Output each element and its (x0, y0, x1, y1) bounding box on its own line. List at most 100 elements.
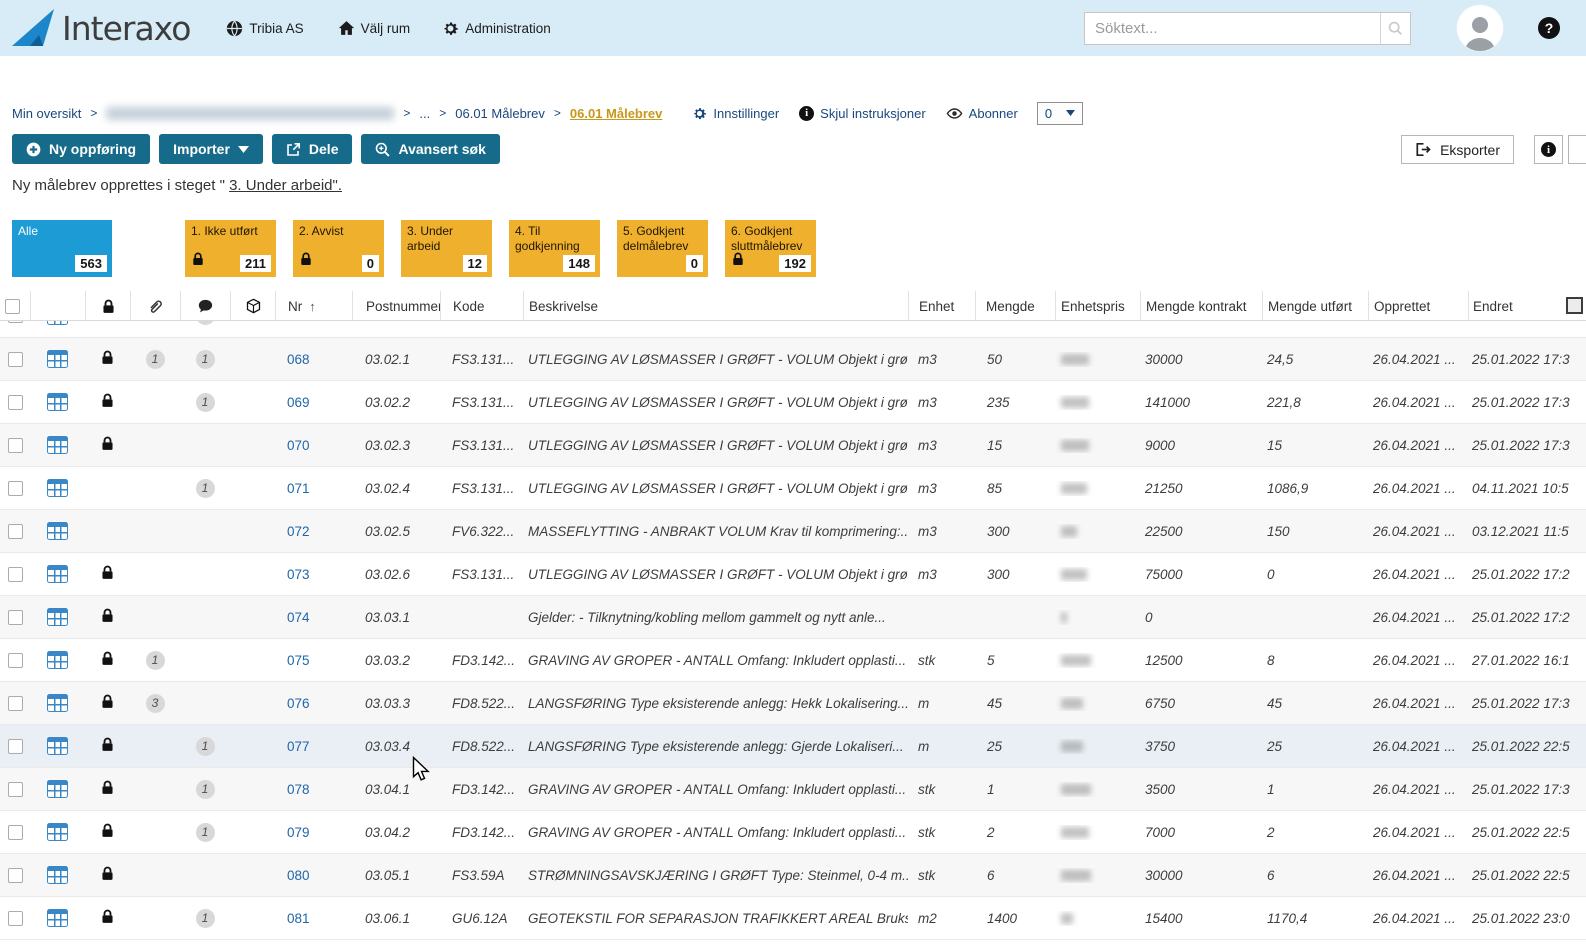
column-lock[interactable] (85, 291, 130, 321)
row-checkbox[interactable] (8, 739, 23, 754)
row-checkbox[interactable] (8, 911, 23, 926)
comments-badge[interactable]: 1 (196, 479, 215, 498)
subscribe-count-dropdown[interactable]: 0 (1037, 102, 1083, 125)
table-row-partial[interactable] (0, 321, 1586, 338)
table-view-icon[interactable] (47, 565, 68, 583)
row-nr-link[interactable]: 072 (287, 524, 310, 539)
attachments-badge[interactable]: 1 (146, 651, 165, 670)
row-checkbox[interactable] (8, 395, 23, 410)
row-checkbox[interactable] (8, 567, 23, 582)
attachments-badge[interactable]: 3 (146, 694, 165, 713)
nav-administration[interactable]: Administration (442, 20, 551, 37)
export-button[interactable]: Eksporter (1401, 135, 1514, 164)
row-nr-link[interactable]: 074 (287, 610, 310, 625)
column-comments[interactable] (180, 291, 230, 321)
row-checkbox[interactable] (8, 524, 23, 539)
comments-badge[interactable]: 1 (196, 780, 215, 799)
row-checkbox[interactable] (8, 481, 23, 496)
table-row[interactable]: 074 03.03.1 Gjelder: - Tilknytning/kobli… (0, 596, 1586, 639)
table-view-icon[interactable] (47, 350, 68, 368)
comments-badge[interactable]: 1 (196, 823, 215, 842)
table-row[interactable]: 1 078 03.04.1 FD3.142... GRAVING AV GROP… (0, 768, 1586, 811)
table-view-icon[interactable] (47, 823, 68, 841)
row-checkbox[interactable] (8, 610, 23, 625)
settings-action[interactable]: Innstillinger (692, 106, 779, 121)
table-view-icon[interactable] (47, 393, 68, 411)
column-enhet[interactable]: Enhet (908, 291, 975, 321)
comments-badge[interactable]: 1 (196, 909, 215, 928)
status-tile[interactable]: 1. Ikke utført 211 (185, 220, 276, 277)
row-nr-link[interactable]: 076 (287, 696, 310, 711)
new-entry-button[interactable]: Ny oppføring (12, 134, 150, 164)
table-row[interactable]: 072 03.02.5 FV6.322... MASSEFLYTTING - A… (0, 510, 1586, 553)
table-row[interactable]: 1 069 03.02.2 FS3.131... UTLEGGING AV LØ… (0, 381, 1586, 424)
nav-choose-room[interactable]: Välj rum (338, 20, 411, 36)
column-model[interactable] (230, 291, 275, 321)
more-button-clipped[interactable] (1568, 135, 1586, 164)
attachments-badge[interactable]: 1 (146, 350, 165, 369)
table-row[interactable]: 070 03.02.3 FS3.131... UTLEGGING AV LØSM… (0, 424, 1586, 467)
table-view-icon[interactable] (47, 651, 68, 669)
row-nr-link[interactable]: 079 (287, 825, 310, 840)
row-checkbox[interactable] (8, 868, 23, 883)
table-row[interactable]: 1 075 03.03.2 FD3.142... GRAVING AV GROP… (0, 639, 1586, 682)
subscribe-action[interactable]: Abonner (946, 106, 1018, 121)
table-view-icon[interactable] (47, 436, 68, 454)
table-row[interactable]: 1 077 03.03.4 FD8.522... LANGSFØRING Typ… (0, 725, 1586, 768)
column-beskrivelse[interactable]: Beskrivelse (523, 291, 908, 321)
info-button[interactable]: i (1534, 135, 1563, 164)
comments-badge[interactable] (196, 321, 215, 325)
row-checkbox[interactable] (8, 782, 23, 797)
column-postnummer[interactable]: Postnummer (352, 291, 440, 321)
row-checkbox[interactable] (8, 352, 23, 367)
row-nr-link[interactable]: 073 (287, 567, 310, 582)
table-view-icon[interactable] (47, 866, 68, 884)
row-nr-link[interactable]: 075 (287, 653, 310, 668)
column-kode[interactable]: Kode (440, 291, 523, 321)
table-view-icon[interactable] (47, 608, 68, 626)
table-view-icon[interactable] (47, 780, 68, 798)
table-row[interactable]: 1 081 03.06.1 GU6.12A GEOTEKSTIL FOR SEP… (0, 897, 1586, 940)
table-view-icon[interactable] (47, 694, 68, 712)
status-tile[interactable]: 6. Godkjent sluttmålebrev 192 (725, 220, 816, 277)
row-nr-link[interactable]: 078 (287, 782, 310, 797)
status-tile[interactable]: Alle 563 (12, 220, 112, 277)
status-tile[interactable]: 3. Under arbeid 12 (401, 220, 492, 277)
table-view-icon[interactable] (47, 479, 68, 497)
table-options-button[interactable] (1566, 297, 1583, 314)
column-attachments[interactable] (130, 291, 180, 321)
table-row[interactable]: 073 03.02.6 FS3.131... UTLEGGING AV LØSM… (0, 553, 1586, 596)
comments-badge[interactable]: 1 (196, 393, 215, 412)
row-checkbox[interactable] (8, 825, 23, 840)
table-row[interactable]: 080 03.05.1 FS3.59A STRØMNINGSAVSKJÆRING… (0, 854, 1586, 897)
row-nr-link[interactable]: 081 (287, 911, 310, 926)
hide-instructions-action[interactable]: i Skjul instruksjoner (799, 106, 926, 121)
column-mengde[interactable]: Mengde (975, 291, 1055, 321)
row-checkbox[interactable] (8, 321, 23, 323)
status-tile[interactable]: 5. Godkjent delmålebrev 0 (617, 220, 708, 277)
column-mengde-utfort[interactable]: Mengde utført (1262, 291, 1368, 321)
row-nr-link[interactable]: 068 (287, 352, 310, 367)
row-nr-link[interactable]: 069 (287, 395, 310, 410)
table-view-icon[interactable] (47, 909, 68, 927)
advanced-search-button[interactable]: Avansert søk (361, 134, 499, 164)
breadcrumb-root[interactable]: Min oversikt (12, 106, 81, 121)
share-button[interactable]: Dele (272, 134, 353, 164)
column-enhetspris[interactable]: Enhetspris (1055, 291, 1140, 321)
select-all-checkbox[interactable] (5, 299, 20, 314)
status-tile[interactable]: 4. Til godkjenning 148 (509, 220, 600, 277)
table-row[interactable]: 1 079 03.04.2 FD3.142... GRAVING AV GROP… (0, 811, 1586, 854)
row-checkbox[interactable] (8, 438, 23, 453)
stage-link[interactable]: 3. Under arbeid". (229, 177, 342, 194)
comments-badge[interactable]: 1 (196, 737, 215, 756)
import-button[interactable]: Importer (159, 134, 263, 164)
row-checkbox[interactable] (8, 696, 23, 711)
row-checkbox[interactable] (8, 653, 23, 668)
table-row[interactable]: 1 071 03.02.4 FS3.131... UTLEGGING AV LØ… (0, 467, 1586, 510)
table-view-icon[interactable] (47, 737, 68, 755)
status-tile[interactable]: 2. Avvist 0 (293, 220, 384, 277)
row-nr-link[interactable]: 080 (287, 868, 310, 883)
search-button[interactable] (1380, 13, 1410, 44)
column-opprettet[interactable]: Opprettet (1368, 291, 1468, 321)
breadcrumb-ellipsis[interactable]: ... (419, 106, 430, 121)
